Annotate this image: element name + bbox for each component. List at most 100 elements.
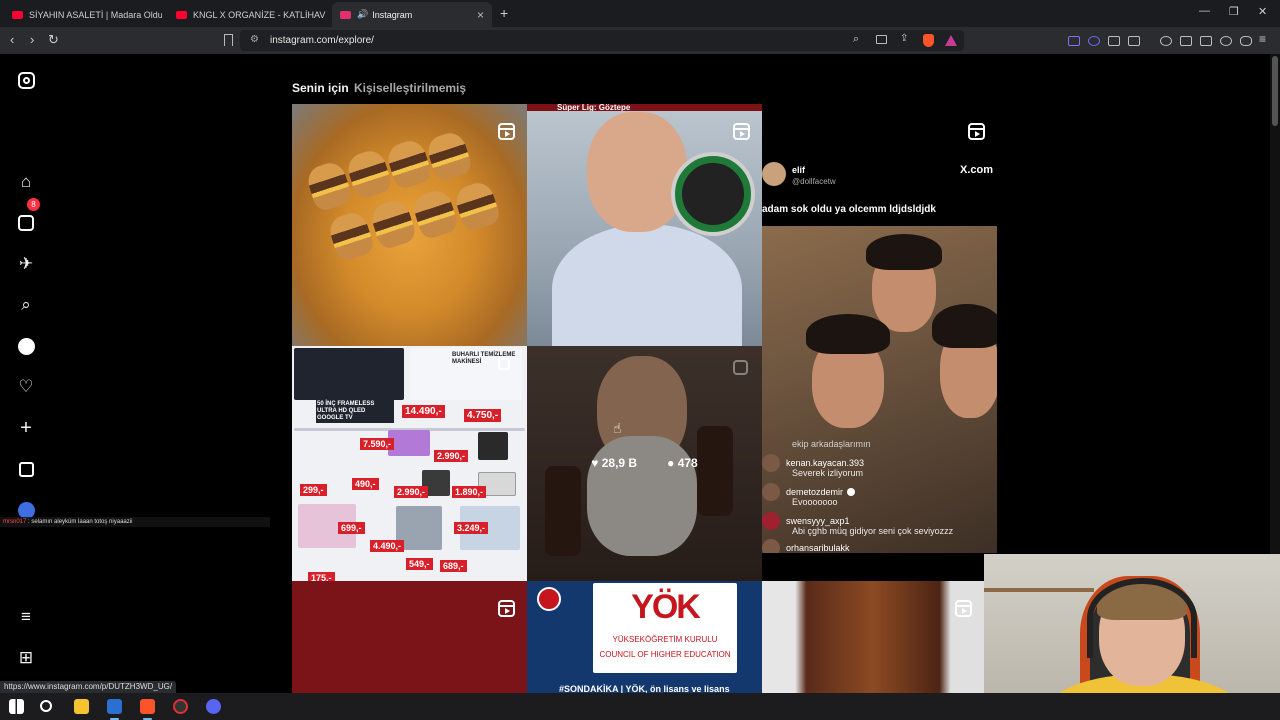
zoom-icon[interactable]: ⌕ (853, 33, 859, 46)
explore-post-electronics-ad[interactable]: BUHARLI TEMİZLEME MAKİNESİ 50 İNÇ FRAMEL… (292, 346, 527, 581)
comment-icon: ● (667, 456, 678, 470)
cast-icon[interactable] (876, 35, 887, 44)
search-icon[interactable] (40, 700, 52, 712)
notifications-icon[interactable]: ♡ (16, 377, 36, 397)
hair-shape (866, 234, 942, 270)
explore-post-hovered[interactable]: ♥ 28,9 B ● 478 ☝ (527, 346, 762, 581)
ad-tv-title: 50 İNÇ FRAMELESS ULTRA HD QLED GOOGLE TV (316, 400, 394, 423)
burger-shape (368, 197, 418, 251)
brave-shields-icon[interactable] (923, 34, 934, 47)
vpn-icon[interactable] (1088, 36, 1100, 46)
reel-icon (968, 123, 985, 140)
address-bar[interactable]: ⚙ instagram.com/explore/ ⌕ ⇪ (240, 30, 964, 51)
reels-icon[interactable] (16, 213, 36, 233)
app-icon[interactable] (107, 699, 122, 720)
explore-post-burgers[interactable] (292, 104, 527, 346)
comment-row: orhansaribulakk (762, 539, 850, 553)
product-image (478, 432, 508, 460)
share-icon[interactable]: ⇪ (900, 33, 908, 44)
comment-text: ekip arkadaşlarımın (792, 439, 871, 449)
obs-icon[interactable] (173, 699, 188, 714)
browser-tab-1[interactable]: SİYAHIN ASALETİ | Madara Olduk #6 (4, 2, 162, 27)
shelf-shape (984, 588, 1094, 592)
ai-sparkle-icon[interactable] (1220, 36, 1232, 46)
instagram-logo-icon[interactable] (16, 70, 36, 90)
more-menu-icon[interactable]: ≡ (16, 607, 36, 627)
comments-stat: ● 478 (667, 456, 698, 470)
create-icon[interactable]: + (16, 417, 36, 439)
explore-post-doner[interactable] (762, 581, 984, 693)
product-price: 3.249,- (454, 522, 489, 534)
shield-icon[interactable] (1240, 36, 1252, 46)
screenshot-icon[interactable] (1128, 36, 1140, 46)
new-tab-button[interactable]: + (500, 5, 508, 21)
sidebar-toggle-icon[interactable] (1180, 36, 1192, 46)
window-close-button[interactable]: ✕ (1258, 5, 1267, 18)
search-icon[interactable]: ⌕ (16, 295, 36, 315)
site-info-icon[interactable]: ⚙ (250, 34, 259, 45)
likes-stat: ♥ 28,9 B (591, 456, 637, 470)
browser-toolbar: ‹ › ↻ ⚙ instagram.com/explore/ ⌕ ⇪ ≡ (0, 27, 1280, 54)
reload-button[interactable]: ↻ (48, 32, 59, 48)
reel-icon (733, 360, 748, 375)
product-price: 1.890,- (452, 486, 487, 498)
post-caption: #SONDAKİKA | YÖK, ön lisans ve lisans (559, 684, 730, 693)
explore-post-tweet-reel[interactable]: elif @dollfacetw X.com adam sok oldu ya … (762, 104, 997, 553)
burger-shape (410, 187, 460, 241)
forward-button[interactable]: › (30, 32, 34, 47)
explore-post-yok[interactable]: YÖK YÜKSEKÖĞRETİM KURULU COUNCIL OF HIGH… (527, 581, 762, 693)
extensions-icon[interactable] (1108, 36, 1120, 46)
messages-icon[interactable]: ✈ (16, 254, 36, 274)
browser-tab-instagram[interactable]: 🔊 Instagram × (332, 2, 492, 27)
bookmark-icon[interactable] (224, 34, 233, 46)
browser-tab-2[interactable]: KNGL X ORGANİZE - KATLİHAV 4 (OF (168, 2, 326, 27)
tab-title: KNGL X ORGANİZE - KATLİHAV 4 (OF (193, 9, 326, 20)
comment-text: Severek izliyorum (792, 468, 864, 478)
comment-text: Abi çghb müq gidiyor seni çok seviyozzz (792, 526, 954, 536)
dashboard-icon[interactable] (16, 459, 36, 479)
youtube-icon (12, 10, 23, 19)
reel-icon (733, 123, 750, 140)
product-price: 2.990,- (394, 486, 429, 498)
speaker-icon: 🔊 (357, 9, 369, 19)
also-from-meta-icon[interactable]: ⊞ (16, 648, 36, 668)
yok-org-en: COUNCIL OF HIGHER EDUCATION (599, 650, 731, 659)
tweet-username: elif (792, 165, 806, 175)
cleaner-price: 4.750,- (464, 409, 502, 422)
product-price: 699,- (338, 522, 365, 534)
minimize-button[interactable]: — (1199, 5, 1210, 17)
close-tab-icon[interactable]: × (477, 8, 484, 22)
windows-start-icon[interactable] (9, 699, 24, 714)
menu-icon[interactable]: ≡ (1259, 32, 1266, 46)
home-icon[interactable]: ⌂ (16, 172, 36, 192)
verified-icon (847, 488, 856, 496)
product-image (388, 430, 430, 456)
leo-ai-icon[interactable] (1068, 36, 1080, 46)
commenter-avatar (762, 512, 780, 530)
wallet-icon[interactable] (1200, 36, 1212, 46)
restore-button[interactable]: ❐ (1229, 5, 1239, 18)
brave-browser-icon[interactable] (140, 699, 155, 720)
discord-icon[interactable] (206, 699, 221, 714)
explore-post-red[interactable] (292, 581, 527, 693)
tweet-handle: @dollfacetw (792, 177, 836, 186)
commenter-name: kenan.kayacan.393 (786, 458, 865, 468)
explore-post-watch[interactable]: Süper Lig: Göztepe (527, 104, 762, 346)
brave-rewards-icon[interactable] (945, 35, 957, 46)
media-icon[interactable] (1160, 36, 1172, 46)
scrollbar-thumb[interactable] (1272, 56, 1278, 126)
chat-username: mrsn017 (3, 519, 27, 525)
explore-icon[interactable] (16, 336, 36, 356)
commenter-name: orhansaribulakk (786, 543, 850, 553)
reel-icon (955, 600, 972, 617)
link-preview-status: https://www.instagram.com/p/DUTZH3WD_UG/ (0, 681, 177, 693)
tab-non-personalized[interactable]: Kişiselleştirilmemiş (354, 81, 466, 95)
back-button[interactable]: ‹ (10, 32, 14, 47)
product-price: 689,- (440, 560, 467, 572)
reel-icon (498, 600, 515, 617)
post-stats: ♥ 28,9 B ● 478 (527, 456, 762, 470)
tab-for-you[interactable]: Senin için (292, 81, 349, 95)
tweet-source: X.com (960, 164, 994, 176)
file-explorer-icon[interactable] (74, 699, 89, 714)
commenter-avatar (762, 483, 780, 501)
